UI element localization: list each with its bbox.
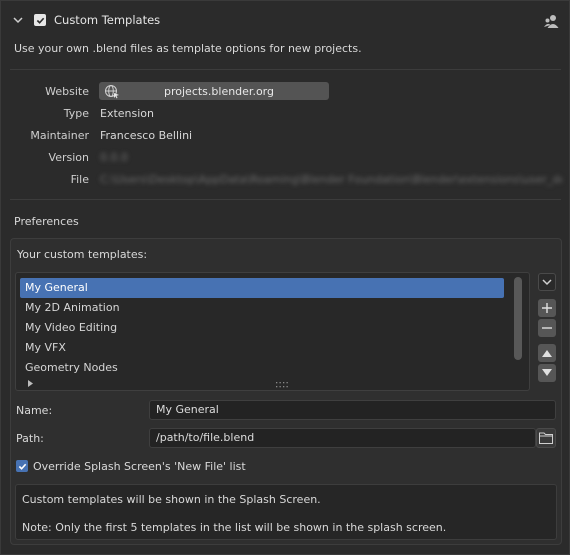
file-label: File [70, 173, 89, 186]
version-label: Version [48, 151, 89, 164]
addon-title: Custom Templates [54, 13, 161, 27]
path-label: Path: [16, 432, 44, 445]
remove-template-button[interactable] [538, 319, 556, 337]
website-link[interactable]: projects.blender.org [99, 82, 329, 100]
chevron-down-icon [542, 279, 552, 286]
browse-file-button[interactable] [536, 428, 556, 448]
name-field[interactable]: My General [149, 400, 556, 420]
list-item[interactable]: Geometry Nodes [20, 358, 504, 378]
checkmark-icon [36, 17, 44, 24]
triangle-up-icon [542, 350, 552, 357]
move-up-button[interactable] [538, 344, 556, 362]
list-menu-button[interactable] [538, 273, 556, 291]
info-line-2: Note: Only the first 5 templates in the … [22, 521, 447, 534]
file-value: C:\Users\Desktop\AppData\Roaming\Blender… [100, 173, 562, 186]
move-down-button[interactable] [538, 364, 556, 382]
list-item[interactable]: My Video Editing [20, 318, 504, 338]
name-label: Name: [16, 404, 53, 417]
add-template-button[interactable] [538, 299, 556, 317]
type-value: Extension [100, 107, 155, 120]
list-item[interactable]: My 2D Animation [20, 298, 504, 318]
list-item[interactable]: My General [20, 278, 504, 298]
list-scrollbar[interactable] [514, 277, 522, 360]
collapse-chevron-icon[interactable] [13, 15, 23, 28]
divider [10, 199, 561, 200]
maintainer-value: Francesco Bellini [100, 129, 193, 142]
enable-addon-checkbox[interactable] [34, 14, 46, 26]
addon-panel: Custom Templates Use your own .blend fil… [0, 0, 570, 555]
minus-icon [542, 327, 552, 329]
templates-list[interactable]: My General My 2D Animation My Video Edit… [15, 272, 530, 391]
templates-list-label: Your custom templates: [17, 248, 148, 261]
override-splash-label: Override Splash Screen's 'New File' list [33, 460, 246, 473]
user-group-icon [543, 13, 559, 32]
triangle-down-icon [542, 369, 552, 376]
resize-grip-icon[interactable] [276, 378, 288, 391]
override-splash-checkbox[interactable] [16, 460, 28, 472]
version-value: 0.0.0 [100, 151, 128, 164]
divider [10, 69, 561, 70]
expand-filter-icon[interactable] [27, 377, 34, 390]
type-label: Type [63, 107, 89, 120]
info-box: Custom templates will be shown in the Sp… [15, 484, 557, 540]
list-item[interactable]: My VFX [20, 338, 504, 358]
info-line-1: Custom templates will be shown in the Sp… [22, 493, 321, 506]
preferences-heading: Preferences [14, 215, 79, 228]
website-url: projects.blender.org [164, 84, 274, 98]
plus-icon [542, 303, 552, 313]
addon-description: Use your own .blend files as template op… [14, 42, 362, 55]
folder-icon [539, 432, 553, 444]
checkmark-icon [18, 463, 26, 470]
path-field[interactable]: /path/to/file.blend [149, 428, 536, 448]
website-label: Website [45, 85, 89, 98]
globe-icon [105, 85, 119, 99]
maintainer-label: Maintainer [30, 129, 89, 142]
